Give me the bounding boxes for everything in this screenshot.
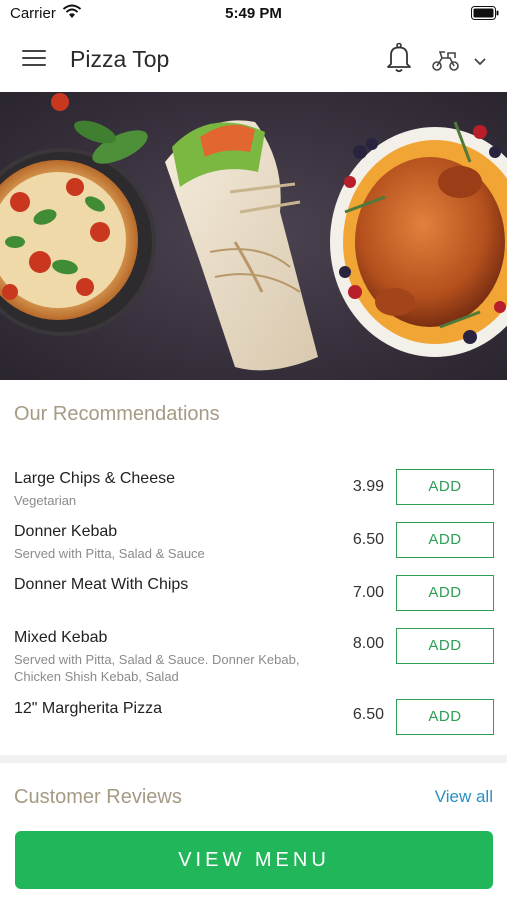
recommendations-heading: Our Recommendations bbox=[14, 403, 220, 425]
hero-banner-image bbox=[0, 92, 507, 380]
scooter-icon bbox=[432, 51, 486, 71]
chevron-down-icon bbox=[474, 58, 486, 66]
item-name: Donner Kebab bbox=[14, 523, 118, 540]
bell-icon[interactable] bbox=[385, 42, 413, 74]
add-button[interactable]: ADD bbox=[396, 699, 494, 735]
add-button[interactable]: ADD bbox=[396, 575, 494, 611]
status-time: 5:49 PM bbox=[225, 5, 282, 22]
item-price: 6.50 bbox=[352, 531, 384, 548]
item-description: Vegetarian bbox=[14, 493, 77, 508]
item-name: Large Chips & Cheese bbox=[14, 470, 175, 487]
item-description: Served with Pitta, Salad & Sauce. Donner… bbox=[14, 652, 300, 684]
item-name: Mixed Kebab bbox=[14, 629, 108, 646]
hamburger-menu-icon[interactable] bbox=[22, 48, 48, 70]
item-name: 12" Margherita Pizza bbox=[14, 700, 162, 717]
app-title: Pizza Top bbox=[70, 46, 170, 72]
status-bar: Carrier 5:49 PM bbox=[0, 0, 507, 28]
view-menu-button[interactable]: VIEW MENU bbox=[15, 831, 493, 889]
app-header: Pizza Top bbox=[0, 28, 507, 92]
add-button[interactable]: ADD bbox=[396, 522, 494, 558]
reviews-heading: Customer Reviews bbox=[14, 786, 182, 808]
section-divider bbox=[0, 755, 507, 763]
add-button[interactable]: ADD bbox=[396, 628, 494, 664]
item-description: Served with Pitta, Salad & Sauce bbox=[14, 546, 205, 561]
view-all-reviews-link[interactable]: View all bbox=[435, 787, 493, 807]
item-price: 6.50 bbox=[352, 706, 384, 723]
battery-icon bbox=[471, 6, 499, 20]
item-price: 3.99 bbox=[352, 478, 384, 495]
item-price: 7.00 bbox=[352, 584, 384, 601]
item-price: 8.00 bbox=[352, 635, 384, 652]
delivery-mode-selector[interactable] bbox=[430, 46, 492, 74]
add-button[interactable]: ADD bbox=[396, 469, 494, 505]
item-name: Donner Meat With Chips bbox=[14, 576, 189, 593]
